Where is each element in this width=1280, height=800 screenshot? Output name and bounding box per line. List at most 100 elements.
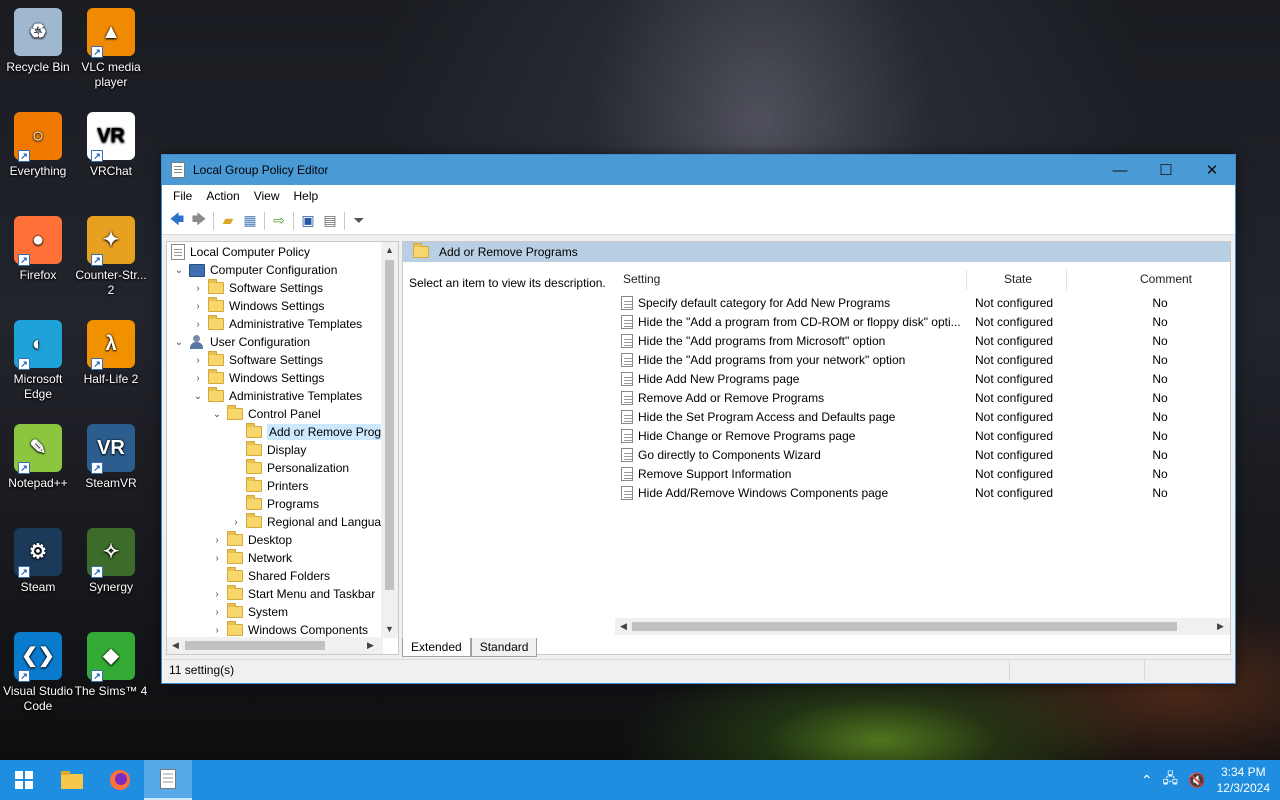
policy-row[interactable]: Go directly to Components Wizard Not conf… [621,445,1221,464]
forward-icon[interactable]: 🡆 [188,210,210,232]
menu-help[interactable]: Help [287,189,326,203]
policy-row[interactable]: Hide the "Add programs from your network… [621,350,1221,369]
chevron-right-icon[interactable]: › [192,319,204,330]
tree-node-uc-software-settings[interactable]: › Software Settings [192,351,323,369]
chevron-right-icon[interactable]: › [192,301,204,312]
menu-file[interactable]: File [166,189,199,203]
menu-action[interactable]: Action [199,189,246,203]
scrollbar-thumb[interactable] [632,622,1177,631]
desktop-icon[interactable]: ◐ ↗ Microsoft Edge [0,314,76,402]
tree-node-desktop[interactable]: › Desktop [211,531,292,549]
tree-node-regional-language[interactable]: › Regional and Language Options [230,513,398,531]
tree-node-user-configuration[interactable]: ⌄ User Configuration [173,333,310,351]
tree-node-display[interactable]: Display [246,441,306,459]
policy-row[interactable]: Remove Support Information Not configured… [621,464,1221,483]
policy-row[interactable]: Hide Add/Remove Windows Components page N… [621,483,1221,502]
filter-icon[interactable]: ⏷ [348,210,370,232]
show-hide-tree-icon[interactable]: ▦ [239,210,261,232]
scroll-left-icon[interactable]: ◀ [172,640,179,651]
tree-node-shared-folders[interactable]: Shared Folders [227,567,330,585]
chevron-right-icon[interactable]: › [192,283,204,294]
network-icon[interactable]: 🖧 [1158,768,1184,792]
chevron-right-icon[interactable]: › [211,625,223,636]
help-icon[interactable]: ▣ [297,210,319,232]
chevron-right-icon[interactable]: › [211,535,223,546]
export-list-icon[interactable]: ⇨ [268,210,290,232]
scroll-up-icon[interactable]: ▲ [385,245,394,255]
tree-node-personalization[interactable]: Personalization [246,459,349,477]
taskbar-group-policy-editor[interactable] [144,760,192,800]
column-divider[interactable] [966,270,967,290]
tree-node-system[interactable]: › System [211,603,288,621]
column-header-state[interactable]: State [1004,272,1032,286]
desktop-icon[interactable]: ⚙ ↗ Steam [0,522,76,595]
policy-row[interactable]: Hide the "Add programs from Microsoft" o… [621,331,1221,350]
details-horizontal-scrollbar[interactable]: ◀ ▶ [615,618,1230,635]
policy-row[interactable]: Remove Add or Remove Programs Not configu… [621,388,1221,407]
desktop-icon[interactable]: VR ↗ SteamVR [73,418,149,491]
desktop-icon[interactable]: ◆ ↗ The Sims™ 4 [73,626,149,699]
desktop-icon[interactable]: VR ↗ VRChat [73,106,149,179]
up-folder-icon[interactable]: ▰ [217,210,239,232]
chevron-down-icon[interactable]: ⌄ [173,337,185,348]
tree-node-uc-windows-settings[interactable]: › Windows Settings [192,369,324,387]
tree-node-add-remove-programs[interactable]: Add or Remove Programs [246,423,398,441]
tree-node-control-panel[interactable]: ⌄ Control Panel [211,405,321,423]
tree-horizontal-scrollbar[interactable]: ◀ ▶ [167,637,383,654]
tree-node-programs[interactable]: Programs [246,495,319,513]
desktop-icon[interactable]: ▲ ↗ VLC media player [73,2,149,90]
tree-node-printers[interactable]: Printers [246,477,308,495]
tree-node-network[interactable]: › Network [211,549,292,567]
tree-node-cc-software-settings[interactable]: › Software Settings [192,279,323,297]
desktop-icon[interactable]: ✧ ↗ Synergy [73,522,149,595]
back-icon[interactable]: 🡄 [166,210,188,232]
chevron-right-icon[interactable]: › [211,589,223,600]
minimize-button[interactable]: — [1097,155,1143,185]
chevron-down-icon[interactable]: ⌄ [211,409,223,420]
column-header-setting[interactable]: Setting [623,272,660,286]
tree-node-computer-configuration[interactable]: ⌄ Computer Configuration [173,261,338,279]
desktop-icon[interactable]: ❮❯ ↗ Visual Studio Code [0,626,76,714]
chevron-down-icon[interactable]: ⌄ [192,391,204,402]
policy-row[interactable]: Specify default category for Add New Pro… [621,293,1221,312]
volume-muted-icon[interactable]: 🔇 [1183,772,1210,789]
scrollbar-thumb[interactable] [185,641,325,650]
taskbar-file-explorer[interactable] [48,760,96,800]
scroll-right-icon[interactable]: ▶ [367,640,374,651]
chevron-down-icon[interactable]: ⌄ [173,265,185,276]
scroll-right-icon[interactable]: ▶ [1217,621,1224,632]
title-bar[interactable]: Local Group Policy Editor — ☐ ✕ [162,155,1235,185]
policy-row[interactable]: Hide the "Add a program from CD-ROM or f… [621,312,1221,331]
tab-extended[interactable]: Extended [402,638,471,657]
desktop-icon[interactable]: ○ ↗ Everything [0,106,76,179]
desktop-icon[interactable]: ♻ Recycle Bin [0,2,76,75]
chevron-right-icon[interactable]: › [230,517,242,528]
tree-node-start-menu-taskbar[interactable]: › Start Menu and Taskbar [211,585,375,603]
tree-node-local-computer-policy[interactable]: Local Computer Policy [171,243,310,261]
column-divider[interactable] [1066,270,1067,290]
tree-vertical-scrollbar[interactable]: ▲ ▼ [381,242,398,638]
properties-icon[interactable]: ▤ [319,210,341,232]
tree-node-cc-administrative-templates[interactable]: › Administrative Templates [192,315,362,333]
desktop-icon[interactable]: λ ↗ Half-Life 2 [73,314,149,387]
chevron-up-icon[interactable]: ⌃ [1136,772,1158,789]
start-button[interactable] [0,760,48,800]
policy-row[interactable]: Hide the Set Program Access and Defaults… [621,407,1221,426]
chevron-right-icon[interactable]: › [192,355,204,366]
desktop-icon[interactable]: ✦ ↗ Counter-Str... 2 [73,210,149,298]
close-button[interactable]: ✕ [1189,155,1235,185]
scroll-left-icon[interactable]: ◀ [620,621,627,632]
maximize-button[interactable]: ☐ [1143,155,1189,185]
tree-node-cc-windows-settings[interactable]: › Windows Settings [192,297,324,315]
chevron-right-icon[interactable]: › [192,373,204,384]
desktop-icon[interactable]: ● ↗ Firefox [0,210,76,283]
policy-row[interactable]: Hide Change or Remove Programs page Not c… [621,426,1221,445]
tab-standard[interactable]: Standard [470,638,538,657]
scrollbar-thumb[interactable] [385,260,394,590]
chevron-right-icon[interactable]: › [211,553,223,564]
column-header-comment[interactable]: Comment [1140,272,1192,286]
tree-node-uc-administrative-templates[interactable]: ⌄ Administrative Templates [192,387,362,405]
menu-view[interactable]: View [247,189,287,203]
clock[interactable]: 3:34 PM 12/3/2024 [1211,764,1280,796]
taskbar-firefox[interactable] [96,760,144,800]
